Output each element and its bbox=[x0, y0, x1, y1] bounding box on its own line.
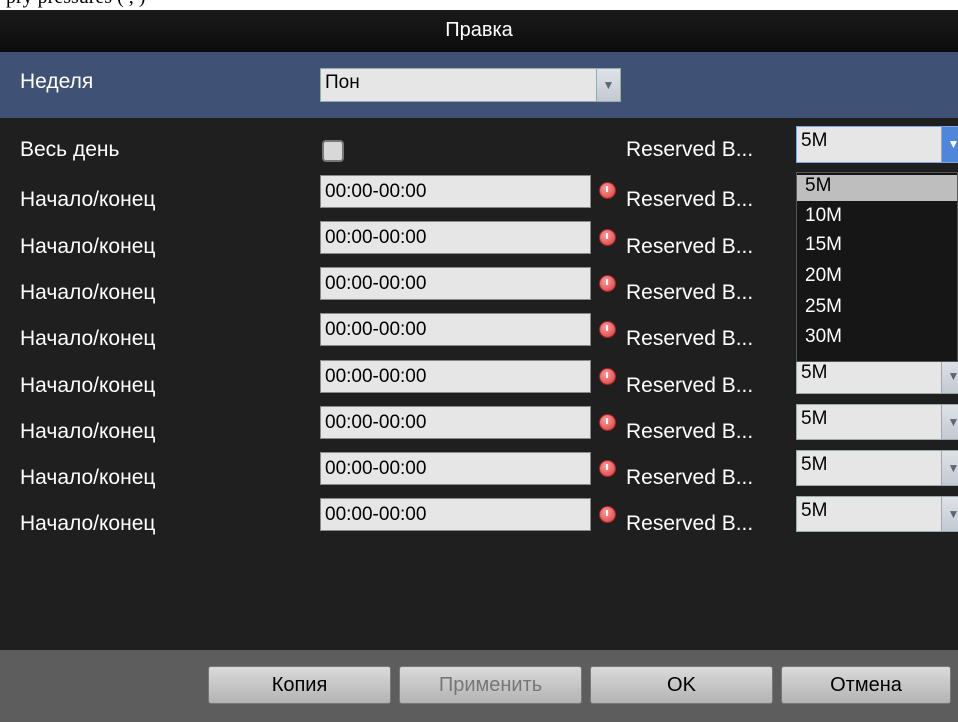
dropdown-option[interactable]: 25M bbox=[805, 296, 842, 318]
dropdown-option[interactable]: 10M bbox=[805, 205, 842, 227]
reserved-select-active[interactable]: 5M ▼ bbox=[796, 126, 958, 163]
all-day-checkbox[interactable] bbox=[322, 140, 344, 162]
dropdown-option[interactable]: 30M bbox=[805, 326, 842, 348]
chevron-down-icon[interactable]: ▼ bbox=[596, 69, 620, 101]
clock-icon[interactable] bbox=[599, 506, 616, 523]
clock-icon[interactable] bbox=[599, 229, 616, 246]
dropdown-option[interactable]: 20M bbox=[805, 265, 842, 287]
chevron-down-icon[interactable]: ▼ bbox=[941, 497, 958, 531]
reserved-label: Reserved B... bbox=[626, 138, 754, 161]
top-cropped-text: pry pressures ( , ) bbox=[0, 0, 958, 10]
dialog-title: Правка bbox=[0, 10, 958, 52]
chevron-down-icon[interactable]: ▼ bbox=[941, 451, 958, 485]
reserved-label: Reserved B... bbox=[626, 374, 754, 397]
reserved-select-value: 5M bbox=[801, 454, 828, 475]
week-row: Неделя Пон ▼ bbox=[0, 52, 958, 118]
clock-icon[interactable] bbox=[599, 460, 616, 477]
reserved-label: Reserved B... bbox=[626, 512, 754, 535]
week-select[interactable]: Пон ▼ bbox=[320, 68, 621, 102]
reserved-select[interactable]: 5M ▼ bbox=[796, 450, 958, 486]
start-end-label: Начало/конец bbox=[20, 374, 156, 397]
week-label: Неделя bbox=[20, 70, 94, 93]
time-range-field[interactable]: 00:00-00:00 bbox=[320, 175, 591, 208]
start-end-label: Начало/конец bbox=[20, 327, 156, 350]
reserved-select-value: 5M bbox=[801, 500, 828, 521]
start-end-label: Начало/конец bbox=[20, 281, 156, 304]
start-end-label: Начало/конец bbox=[20, 235, 156, 258]
time-range-field[interactable]: 00:00-00:00 bbox=[320, 360, 591, 393]
reserved-select-value: 5M bbox=[801, 362, 828, 383]
dropdown-option[interactable]: 15M bbox=[805, 234, 842, 256]
cropped-caption: pry pressures ( , ) bbox=[6, 0, 145, 9]
chevron-down-icon[interactable]: ▼ bbox=[941, 405, 958, 439]
apply-button[interactable]: Применить bbox=[399, 666, 582, 704]
dropdown-option[interactable]: 5M bbox=[797, 175, 957, 201]
week-select-value: Пон bbox=[325, 72, 360, 93]
start-end-label: Начало/конец bbox=[20, 466, 156, 489]
start-end-label: Начало/конец bbox=[20, 512, 156, 535]
reserved-select[interactable]: 5M ▼ bbox=[796, 404, 958, 440]
dialog-footer: Копия Применить OK Отмена bbox=[0, 650, 958, 722]
reserved-label: Reserved B... bbox=[626, 420, 754, 443]
clock-icon[interactable] bbox=[599, 275, 616, 292]
time-range-field[interactable]: 00:00-00:00 bbox=[320, 313, 591, 346]
reserved-select[interactable]: 5M ▼ bbox=[796, 358, 958, 394]
reserved-dropdown-list: 5M 10M 15M 20M 25M 30M bbox=[796, 172, 958, 362]
reserved-label: Reserved B... bbox=[626, 188, 754, 211]
time-range-field[interactable]: 00:00-00:00 bbox=[320, 498, 591, 531]
time-range-field[interactable]: 00:00-00:00 bbox=[320, 221, 591, 254]
time-range-field[interactable]: 00:00-00:00 bbox=[320, 406, 591, 439]
reserved-label: Reserved B... bbox=[626, 235, 754, 258]
reserved-select[interactable]: 5M ▼ bbox=[796, 496, 958, 532]
chevron-down-icon[interactable]: ▼ bbox=[941, 359, 958, 393]
clock-icon[interactable] bbox=[599, 321, 616, 338]
time-range-field[interactable]: 00:00-00:00 bbox=[320, 267, 591, 300]
reserved-label: Reserved B... bbox=[626, 281, 754, 304]
reserved-select-value: 5M bbox=[801, 130, 828, 151]
clock-icon[interactable] bbox=[599, 414, 616, 431]
clock-icon[interactable] bbox=[599, 182, 616, 199]
start-end-label: Начало/конец bbox=[20, 188, 156, 211]
time-range-field[interactable]: 00:00-00:00 bbox=[320, 452, 591, 485]
cancel-button[interactable]: Отмена bbox=[781, 666, 951, 704]
start-end-label: Начало/конец bbox=[20, 420, 156, 443]
reserved-label: Reserved B... bbox=[626, 466, 754, 489]
all-day-label: Весь день bbox=[20, 138, 120, 161]
edit-dialog: Правка Неделя Пон ▼ Весь день Reserved B… bbox=[0, 10, 958, 722]
copy-button[interactable]: Копия bbox=[208, 666, 391, 704]
ok-button[interactable]: OK bbox=[590, 666, 773, 704]
chevron-down-icon[interactable]: ▼ bbox=[941, 127, 958, 162]
reserved-label: Reserved B... bbox=[626, 327, 754, 350]
clock-icon[interactable] bbox=[599, 368, 616, 385]
reserved-select-value: 5M bbox=[801, 408, 828, 429]
